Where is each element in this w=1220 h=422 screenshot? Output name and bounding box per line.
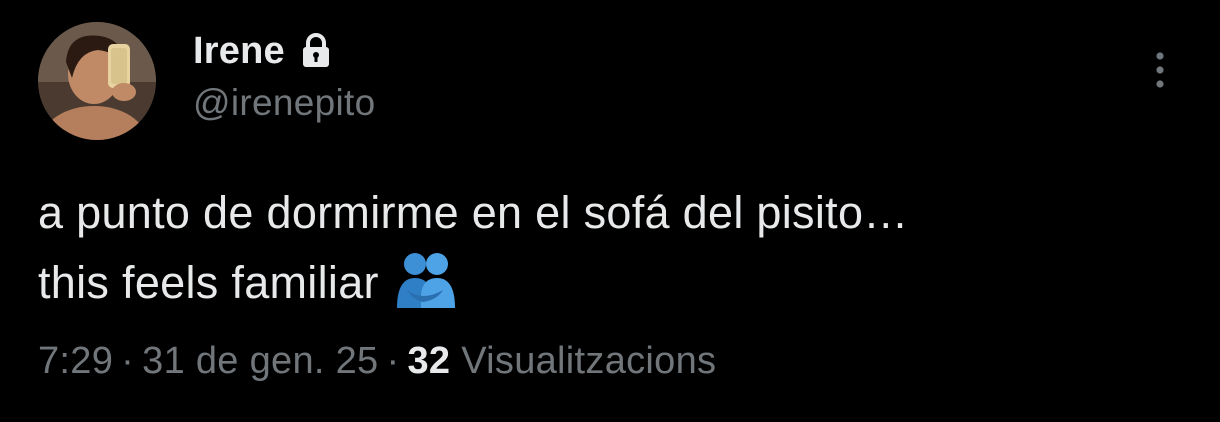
display-name[interactable]: Irene <box>193 30 285 73</box>
views-label[interactable]: Visualitzacions <box>461 340 716 382</box>
avatar-image <box>38 22 156 140</box>
lock-icon <box>299 33 333 69</box>
views-count[interactable]: 32 <box>407 340 450 382</box>
tweet-text: a punto de dormirme en el sofá del pisit… <box>38 178 1188 318</box>
tweet-time[interactable]: 7:29 <box>38 340 113 382</box>
tweet-date[interactable]: 31 de gen. 25 <box>142 340 378 382</box>
tweet: Irene @irenepito a punto de dormirme en … <box>0 0 1220 422</box>
meta-separator-2: · <box>386 340 400 382</box>
tweet-text-line-2: this feels familiar <box>38 248 1188 318</box>
more-vertical-icon[interactable] <box>1145 50 1175 94</box>
display-name-row: Irene <box>193 26 376 76</box>
tweet-text-line-1: a punto de dormirme en el sofá del pisit… <box>38 187 909 238</box>
tweet-meta: 7:29 · 31 de gen. 25 · 32 Visualitzacions <box>38 340 716 383</box>
meta-separator-1: · <box>121 340 135 382</box>
tweet-text-line-2-text: this feels familiar <box>38 257 379 308</box>
author-block: Irene @irenepito <box>193 26 376 124</box>
people-hugging-icon <box>393 250 459 310</box>
handle[interactable]: @irenepito <box>193 82 376 124</box>
avatar[interactable] <box>38 22 156 140</box>
